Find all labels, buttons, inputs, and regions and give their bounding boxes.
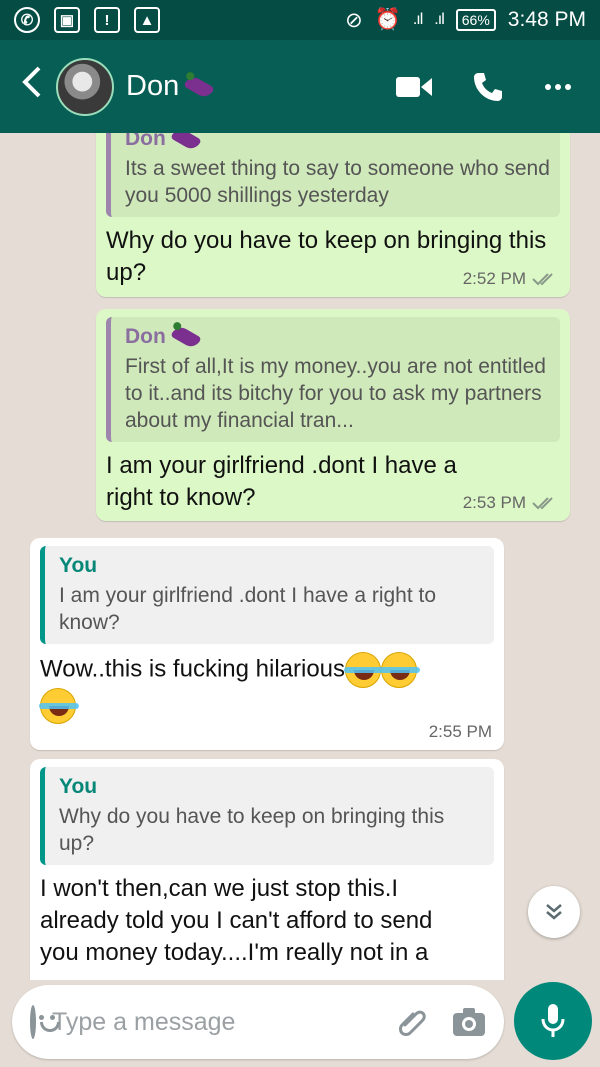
- message-input[interactable]: [52, 1007, 374, 1037]
- laughing-emoji-icon: [380, 652, 421, 688]
- message-meta: 2:52 PM: [463, 269, 558, 289]
- microphone-button[interactable]: [514, 982, 592, 1060]
- message-composer: [12, 985, 504, 1059]
- quoted-message[interactable]: You I am your girlfriend .dont I have a …: [40, 546, 494, 644]
- avatar[interactable]: [56, 57, 114, 116]
- eggplant-emoji-icon: [170, 323, 202, 351]
- laughing-emoji-icon: [344, 652, 385, 688]
- laughing-emoji-icon: [39, 688, 79, 724]
- contact-name-text: Don: [126, 70, 180, 102]
- quote-author: You: [59, 554, 98, 577]
- message-time: 2:53 PM: [462, 493, 526, 512]
- quote-author: You: [59, 775, 98, 798]
- message-bubble[interactable]: Don Its a sweet thing to say to someone …: [96, 133, 570, 297]
- eggplant-emoji-icon: [170, 133, 202, 153]
- status-bar: ✆ ▣ ! ▲ ⊘ ⏰ .ıl .ıl 66% 3:48 PM: [0, 0, 600, 40]
- quote-text: Why do you have to keep on bringing this…: [59, 805, 445, 855]
- message-bubble[interactable]: Don First of all,It is my money..you are…: [96, 309, 570, 521]
- quote-author: Don: [125, 323, 550, 351]
- battery-indicator: 66%: [455, 9, 496, 31]
- video-camera-icon[interactable]: [396, 75, 432, 99]
- quote-author-text: Don: [125, 325, 166, 348]
- message-time: 2:52 PM: [462, 269, 526, 288]
- emoji-icon[interactable]: [30, 1005, 60, 1039]
- header-actions: [396, 71, 572, 103]
- signal-icon-2: .ıl: [434, 11, 445, 28]
- message-time: 2:55 PM: [428, 722, 492, 741]
- quote-text: I am your girlfriend .dont I have a righ…: [59, 584, 437, 634]
- message-meta: 2:53 PM: [463, 493, 558, 513]
- whatsapp-icon: ✆: [14, 7, 40, 33]
- eggplant-emoji-icon: [183, 73, 215, 100]
- message-bubble[interactable]: You I am your girlfriend .dont I have a …: [30, 538, 504, 750]
- chat-messages[interactable]: Don Its a sweet thing to say to someone …: [0, 133, 600, 980]
- message-meta: 2:55 PM: [429, 722, 492, 742]
- quoted-message[interactable]: You Why do you have to keep on bringing …: [40, 767, 494, 865]
- paperclip-icon[interactable]: [396, 1005, 430, 1039]
- message-text: Wow..this is fucking hilarious: [39, 652, 494, 724]
- read-receipt-icon: [532, 273, 553, 286]
- image-icon: ▣: [54, 7, 80, 33]
- system-icons: ⊘ ⏰ .ıl .ıl 66% 3:48 PM: [345, 8, 586, 33]
- more-dots-icon[interactable]: [544, 83, 572, 91]
- alert-icon: !: [94, 7, 120, 33]
- quote-text: Its a sweet thing to say to someone who …: [125, 157, 550, 207]
- notification-icons: ✆ ▣ ! ▲: [14, 7, 160, 33]
- signal-icon: .ıl: [412, 11, 424, 28]
- read-receipt-icon: [532, 497, 553, 510]
- chevron-left-icon[interactable]: [8, 65, 56, 108]
- scroll-down-button[interactable]: [528, 886, 580, 938]
- quoted-message[interactable]: Don Its a sweet thing to say to someone …: [106, 133, 560, 217]
- message-bubble[interactable]: You Why do you have to keep on bringing …: [30, 759, 504, 980]
- microphone-icon: [541, 1004, 565, 1037]
- phone-icon[interactable]: [472, 71, 504, 103]
- alarm-icon: ⏰: [374, 8, 401, 31]
- drive-icon: ▲: [134, 7, 160, 33]
- contact-name[interactable]: Don: [126, 70, 215, 103]
- chevron-double-down-icon: [546, 904, 562, 920]
- quoted-message[interactable]: Don First of all,It is my money..you are…: [106, 317, 560, 442]
- clock: 3:48 PM: [507, 8, 586, 31]
- quote-text: First of all,It is my money..you are not…: [125, 355, 546, 432]
- message-text: I won't then,can we just stop this.I alr…: [40, 875, 433, 966]
- quote-author-text: Don: [125, 133, 166, 150]
- do-not-disturb-icon: ⊘: [345, 8, 363, 32]
- chat-header: Don: [0, 40, 600, 133]
- quote-author: Don: [125, 133, 550, 153]
- message-text-content: Wow..this is fucking hilarious: [40, 655, 346, 683]
- camera-icon[interactable]: [452, 1007, 486, 1037]
